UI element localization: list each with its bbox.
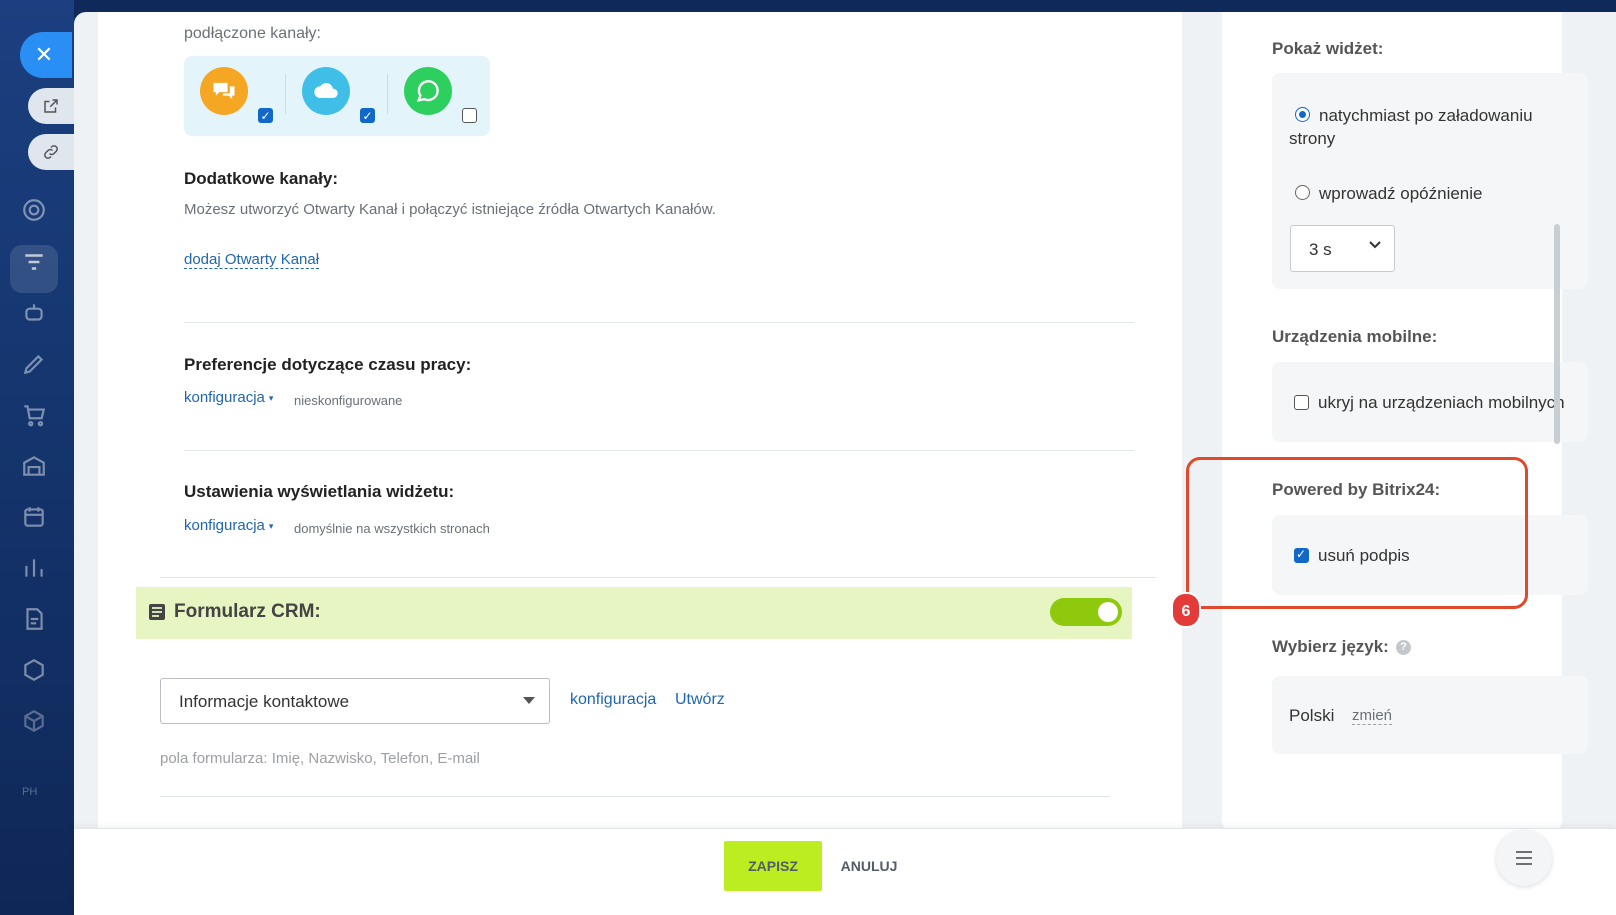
cube-icon[interactable] xyxy=(21,708,47,734)
divider xyxy=(184,322,1134,323)
channel-cloud-checkbox[interactable] xyxy=(360,108,375,123)
language-value: Polski xyxy=(1289,706,1335,725)
display-settings-config-link[interactable]: konfiguracja ▾ xyxy=(184,517,273,534)
show-with-delay-radio[interactable] xyxy=(1295,185,1310,200)
warehouse-icon[interactable] xyxy=(21,453,47,479)
caret-down-icon: ▾ xyxy=(268,520,274,531)
language-box: Polski zmień xyxy=(1272,676,1588,754)
channel-separator xyxy=(387,74,388,114)
divider xyxy=(184,450,1134,451)
hide-on-mobile-checkbox[interactable] xyxy=(1294,395,1309,410)
hide-on-mobile-label[interactable]: ukryj na urządzeniach mobilnych xyxy=(1318,391,1565,414)
cloud-icon[interactable] xyxy=(302,67,350,115)
show-with-delay-label[interactable]: wprowadź opóźnienie xyxy=(1319,182,1483,205)
cancel-button[interactable]: ANULUJ xyxy=(834,841,904,891)
scrollbar[interactable] xyxy=(1554,224,1560,444)
widget-settings-slider: podłączone kanały: Dodatkowe kanały: Moż… xyxy=(74,12,1616,915)
hexagon-icon[interactable] xyxy=(21,657,47,683)
open-in-new-window-button[interactable] xyxy=(28,88,74,124)
funnel-icon[interactable] xyxy=(21,249,47,275)
robot-icon[interactable] xyxy=(21,300,47,326)
close-slider-button[interactable]: ✕ xyxy=(20,32,72,78)
pencil-icon[interactable] xyxy=(21,351,47,377)
cart-icon[interactable] xyxy=(21,402,47,428)
channel-chat-checkbox[interactable] xyxy=(258,108,273,123)
annotation-step-badge: 6 xyxy=(1171,592,1201,628)
display-settings-title: Ustawienia wyświetlania widżetu: xyxy=(184,482,455,501)
crm-form-select[interactable]: Informacje kontaktowe xyxy=(160,678,550,724)
additional-channels-title: Dodatkowe kanały: xyxy=(184,169,338,188)
mobile-box: ukryj na urządzeniach mobilnych xyxy=(1272,362,1588,442)
crm-form-create-link[interactable]: Utwórz xyxy=(675,691,725,709)
add-open-channel-link[interactable]: dodaj Otwarty Kanał xyxy=(184,251,320,269)
crm-form-header: Formularz CRM: xyxy=(136,587,1132,639)
display-settings-config-label: konfiguracja xyxy=(184,517,265,534)
menu-button[interactable] xyxy=(1496,830,1552,886)
caret-down-icon: ▾ xyxy=(268,392,274,403)
language-title: Wybierz język: xyxy=(1272,637,1389,656)
form-icon xyxy=(149,604,165,620)
hamburger-menu-icon xyxy=(1516,851,1532,865)
rail-ph-label: PH xyxy=(22,786,38,798)
channel-whatsapp-checkbox[interactable] xyxy=(462,108,477,123)
whatsapp-icon[interactable] xyxy=(404,67,452,115)
connected-channels-label: podłączone kanały: xyxy=(184,25,321,42)
work-time-title: Preferencje dotyczące czasu pracy: xyxy=(184,355,472,374)
bar-chart-icon[interactable] xyxy=(21,555,47,581)
crm-form-selected-value: Informacje kontaktowe xyxy=(179,692,350,711)
annotation-highlight-box xyxy=(1186,457,1528,609)
copy-link-button[interactable] xyxy=(28,134,74,170)
main-settings-card: podłączone kanały: Dodatkowe kanały: Moż… xyxy=(98,12,1182,915)
divider xyxy=(160,796,1110,797)
document-icon[interactable] xyxy=(21,606,47,632)
show-immediately-label[interactable]: natychmiast po załadowaniu strony xyxy=(1289,104,1569,150)
target-icon[interactable] xyxy=(21,197,47,223)
delay-value: 3 s xyxy=(1309,240,1332,259)
crm-form-toggle[interactable] xyxy=(1050,598,1122,626)
connected-channels-box xyxy=(184,56,490,136)
show-widget-title: Pokaż widżet: xyxy=(1272,39,1384,58)
show-widget-box: natychmiast po załadowaniu strony wprowa… xyxy=(1272,73,1588,289)
delay-select[interactable]: 3 s xyxy=(1290,225,1395,272)
help-icon[interactable]: ? xyxy=(1396,640,1411,655)
dropdown-arrow-icon xyxy=(523,697,535,704)
footer-bar: ZAPISZ ANULUJ xyxy=(74,828,1616,915)
chat-icon[interactable] xyxy=(200,67,248,115)
crm-form-config-link[interactable]: konfiguracja xyxy=(570,691,656,709)
additional-channels-description: Możesz utworzyć Otwarty Kanał i połączyć… xyxy=(184,201,716,218)
display-settings-status: domyślnie na wszystkich stronach xyxy=(294,521,490,536)
work-time-config-label: konfiguracja xyxy=(184,389,265,406)
change-language-link[interactable]: zmień xyxy=(1352,707,1393,725)
chevron-down-icon xyxy=(1369,241,1381,249)
right-settings-card: Pokaż widżet: natychmiast po załadowaniu… xyxy=(1222,12,1588,832)
link-icon xyxy=(44,145,58,159)
card-bottom-border xyxy=(160,577,1156,578)
crm-form-title: Formularz CRM: xyxy=(174,601,321,622)
channel-separator xyxy=(285,74,286,114)
crm-form-fields-text: pola formularza: Imię, Nazwisko, Telefon… xyxy=(160,750,480,767)
external-link-icon xyxy=(44,99,58,113)
work-time-status: nieskonfigurowane xyxy=(294,393,403,408)
calendar-icon[interactable] xyxy=(21,504,47,530)
save-button[interactable]: ZAPISZ xyxy=(724,841,822,891)
close-icon: ✕ xyxy=(34,42,54,67)
mobile-title: Urządzenia mobilne: xyxy=(1272,327,1438,346)
work-time-config-link[interactable]: konfiguracja ▾ xyxy=(184,389,273,406)
